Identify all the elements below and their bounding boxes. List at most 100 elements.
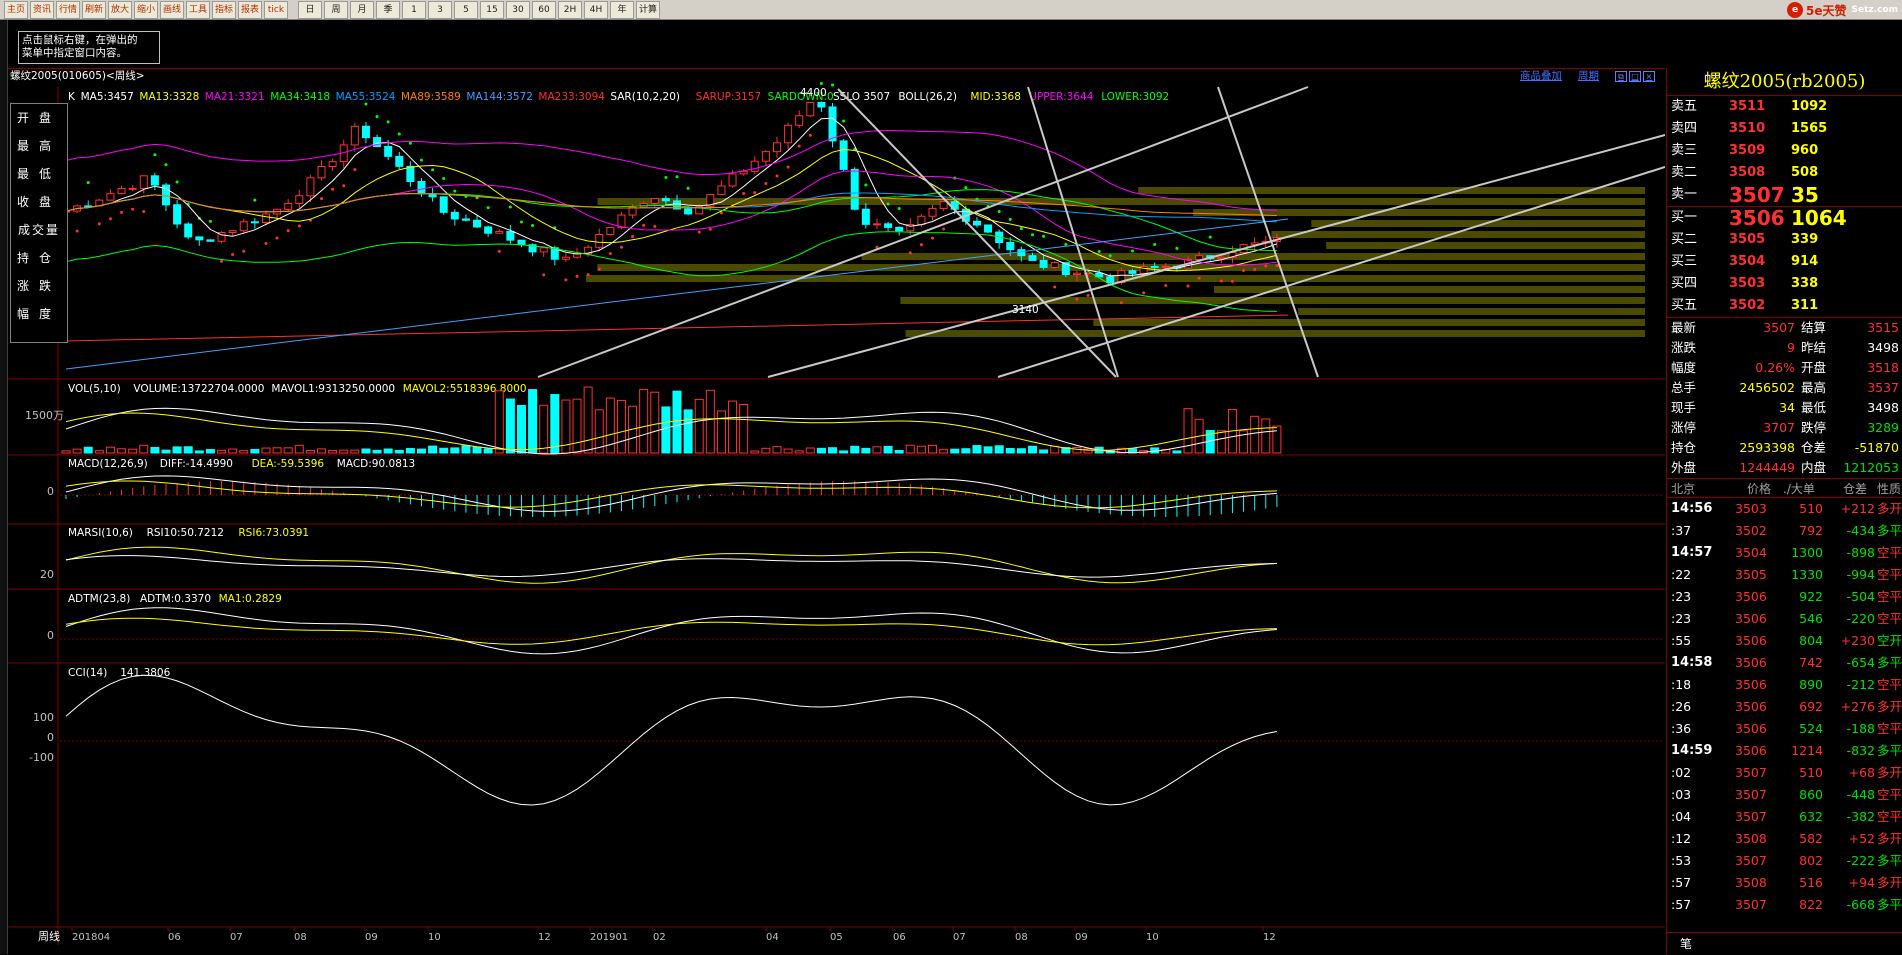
link-period[interactable]: 周期 — [1578, 68, 1599, 85]
sar-dot — [1230, 279, 1234, 283]
tick-p: 3507 — [1735, 787, 1767, 802]
toolbar-button[interactable]: 1 — [402, 0, 426, 19]
tick-d: +230 — [1840, 633, 1875, 648]
left-scroll-strip[interactable] — [0, 20, 8, 954]
indicator-legend-item: MID:3368 — [970, 91, 1021, 103]
bids-row[interactable]: 买四 3503 338 — [1667, 273, 1902, 295]
tick-v: 692 — [1799, 699, 1823, 714]
tick-p: 3506 — [1735, 743, 1767, 758]
tick-v: 822 — [1799, 897, 1823, 912]
volume-bar — [172, 446, 182, 454]
toolbar-button[interactable]: 月 — [350, 0, 374, 19]
close-icon[interactable]: × — [1643, 71, 1655, 82]
tick-k: 空平 — [1877, 611, 1902, 626]
sar-dot — [764, 181, 768, 185]
candle-body — [284, 202, 293, 210]
toolbar-button[interactable]: 季 — [376, 0, 400, 19]
candle-body — [606, 227, 615, 236]
bottom-tab[interactable]: 笔 — [1666, 932, 1902, 954]
maximize-icon[interactable]: □ — [1629, 71, 1641, 82]
toolbar-button[interactable]: 行情 — [56, 0, 80, 19]
candle-body — [872, 223, 881, 226]
toolbar-button[interactable]: 日 — [298, 0, 322, 19]
tick-d: +68 — [1848, 765, 1875, 780]
bids-price: 3506 — [1729, 206, 1785, 230]
candle-body — [517, 239, 526, 246]
toolbar-button[interactable]: 资讯 — [30, 0, 54, 19]
tick-v: 1330 — [1791, 567, 1823, 582]
tick-d: -898 — [1846, 545, 1875, 560]
sar-dot — [619, 245, 623, 249]
bids-row[interactable]: 买二 3505 339 — [1667, 229, 1902, 251]
hint-line2: 菜单中指定窗口内容。 — [22, 47, 127, 59]
sar-dot — [1164, 284, 1168, 288]
toolbar-button[interactable]: tick — [264, 0, 288, 19]
toolbar-button[interactable]: 工具 — [186, 0, 210, 19]
tick-p: 3508 — [1735, 875, 1767, 890]
toolbar-button[interactable]: 放大 — [108, 0, 132, 19]
toolbar-button[interactable]: 2H — [558, 0, 582, 19]
candle-body — [1217, 256, 1226, 260]
tick-t: :12 — [1671, 831, 1692, 846]
tick-k: 多平 — [1877, 523, 1902, 538]
toolbar-button[interactable]: 15 — [480, 0, 504, 19]
bids-row[interactable]: 买一 3506 1064 — [1667, 207, 1902, 229]
toolbar-button[interactable]: 4H — [584, 0, 608, 19]
candle-body — [484, 226, 493, 234]
toolbar-button[interactable]: 刷新 — [82, 0, 106, 19]
tick-row: :02 3507 510 +68 多开 — [1667, 762, 1902, 784]
toolbar-button[interactable]: 5 — [454, 0, 478, 19]
sar-dot — [864, 183, 868, 187]
sar-dot — [753, 191, 757, 195]
toolbar-button[interactable]: 主页 — [4, 0, 28, 19]
tick-k: 多平 — [1877, 743, 1902, 758]
tick-v: 860 — [1799, 787, 1823, 802]
volume-bar — [428, 445, 438, 454]
sar-dot — [297, 224, 301, 228]
tick-p: 3506 — [1735, 699, 1767, 714]
volume-bar — [839, 450, 849, 454]
stat-v2: 3515 — [1867, 320, 1899, 335]
chart-svg[interactable]: K MA5:3457 MA13:3328 MA21:3321 MA34:3418 MA55… — [8, 69, 1665, 945]
x-axis-label: 周线 — [38, 929, 60, 943]
tick-d: -382 — [1846, 809, 1875, 824]
tick-v: 792 — [1799, 523, 1823, 538]
volume-bar — [739, 403, 749, 454]
stat-v1: 3507 — [1763, 320, 1795, 335]
volume-bar — [894, 449, 904, 454]
bids-row[interactable]: 买五 3502 311 — [1667, 295, 1902, 317]
toolbar-button[interactable]: 周 — [324, 0, 348, 19]
asks-row[interactable]: 卖三 3509 960 — [1667, 140, 1902, 162]
stat-v1: 9 — [1787, 340, 1795, 355]
asks-row[interactable]: 卖五 3511 1092 — [1667, 96, 1902, 118]
candle-body — [772, 142, 781, 153]
candle-body — [1106, 276, 1115, 283]
volume-bar — [1039, 449, 1049, 454]
toolbar-button[interactable]: 年 — [610, 0, 634, 19]
volume-bar — [1250, 415, 1260, 454]
link-overlay[interactable]: 商品叠加 — [1520, 68, 1562, 85]
asks-row[interactable]: 卖四 3510 1565 — [1667, 118, 1902, 140]
asks-row[interactable]: 卖二 3508 508 — [1667, 162, 1902, 184]
sar-dot — [286, 229, 290, 233]
toolbar-button[interactable]: 计算 — [636, 0, 660, 19]
toolbar-button[interactable]: 报表 — [238, 0, 262, 19]
bids-row[interactable]: 买三 3504 914 — [1667, 251, 1902, 273]
toolbar-button[interactable]: 指标 — [212, 0, 236, 19]
restore-icon[interactable]: ⧉ — [1615, 71, 1627, 82]
toolbar-button[interactable]: 30 — [506, 0, 530, 19]
toolbar-button[interactable]: 画线 — [160, 0, 184, 19]
toolbar-button[interactable]: 3 — [428, 0, 452, 19]
chart-area[interactable]: K MA5:3457 MA13:3328 MA21:3321 MA34:3418 MA55… — [8, 68, 1665, 945]
toolbar-button[interactable]: 缩小 — [134, 0, 158, 19]
bids-price: 3503 — [1729, 276, 1766, 291]
sar-dot — [908, 251, 912, 255]
bottom-tab-label[interactable]: 笔 — [1680, 937, 1692, 951]
sar-dot — [931, 236, 935, 240]
toolbar-button[interactable]: 60 — [532, 0, 556, 19]
sar-dot — [453, 189, 457, 193]
indicator-legend-item: MA1:0.2829 — [219, 593, 282, 605]
ask-book: 卖五 3511 1092 卖四 3510 1565 卖三 3509 960 卖二 3508 508 卖一… — [1667, 96, 1902, 206]
asks-row[interactable]: 卖一 3507 35 — [1667, 184, 1902, 206]
sar-dot — [1119, 301, 1123, 305]
